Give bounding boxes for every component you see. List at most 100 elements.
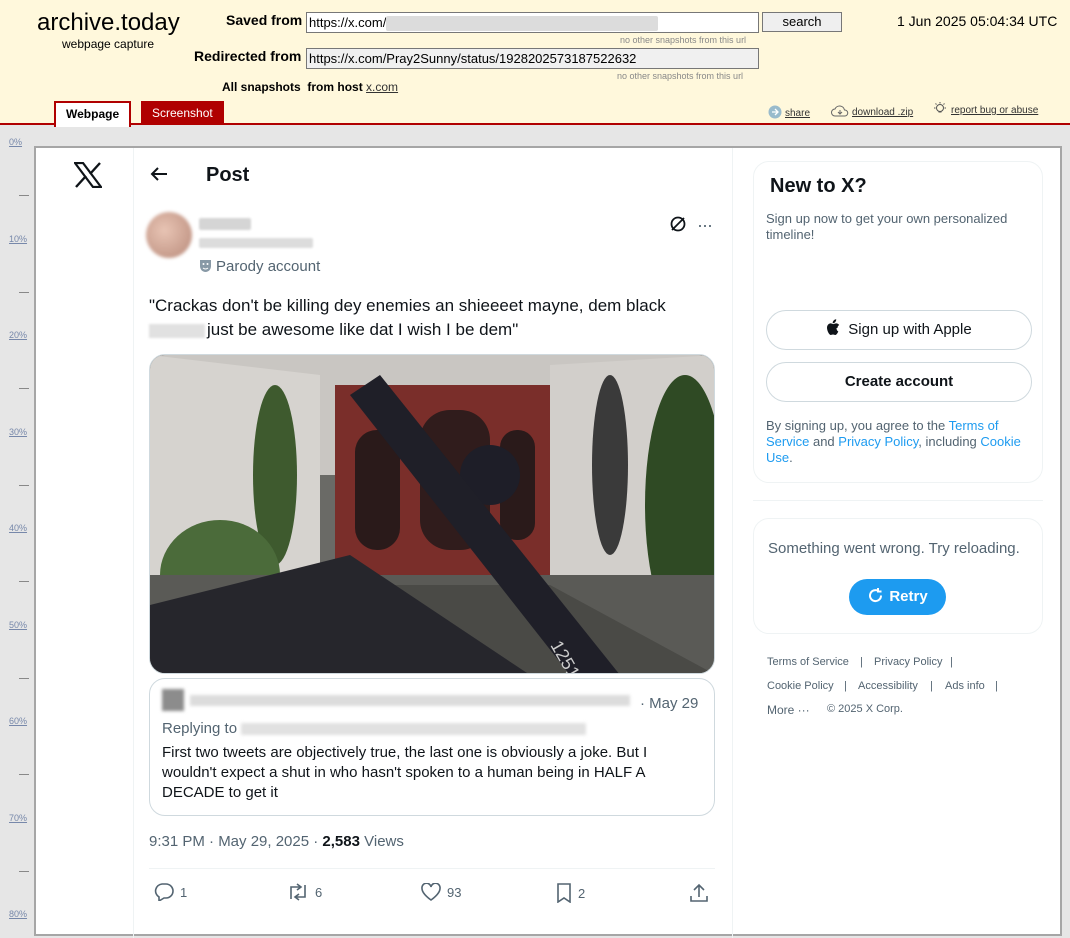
all-snapshots-row: All snapshots from host x.com [222, 80, 398, 94]
tweet-media-image[interactable]: 1251 [149, 354, 715, 674]
share-post-button[interactable] [689, 883, 715, 906]
parody-label-row: Parody account [199, 258, 320, 277]
ruler-label[interactable]: 20% [9, 330, 27, 340]
from-host-label: from host [307, 80, 363, 94]
footer-separator: | [950, 656, 953, 668]
signup-panel: New to X? Sign up now to get your own pe… [753, 161, 1043, 483]
report-link[interactable]: report bug or abuse [932, 101, 1038, 120]
theater-mask-icon [199, 259, 212, 277]
refresh-icon [867, 582, 884, 618]
avatar[interactable] [146, 212, 192, 258]
redacted-word [149, 323, 205, 338]
retry-button[interactable]: Retry [849, 579, 946, 615]
share-link[interactable]: share [768, 105, 810, 122]
quote-date: · May 29 [640, 695, 699, 712]
like-button[interactable]: 93 [421, 882, 462, 904]
terms-text: By signing up, you agree to the [766, 418, 949, 433]
footer-separator: | [930, 680, 933, 692]
ruler-label[interactable]: 80% [9, 909, 27, 919]
quote-avatar [162, 689, 184, 711]
download-label: download .zip [852, 107, 914, 119]
ruler-label[interactable]: 10% [9, 234, 27, 244]
grok-icon[interactable] [669, 215, 687, 238]
footer-separator: | [844, 680, 847, 692]
redirected-url-field[interactable]: https://x.com/Pray2Sunny/status/19282025… [306, 48, 759, 69]
ruler-label[interactable]: 0% [9, 137, 22, 147]
repost-button[interactable]: 6 [287, 883, 322, 904]
like-count: 93 [447, 884, 462, 900]
download-link[interactable]: download .zip [831, 105, 913, 120]
share-label: share [785, 108, 811, 120]
divider [753, 500, 1043, 501]
tweet-text-part: just be awesome like dat I wish I be dem… [207, 320, 519, 339]
archive-logo[interactable]: archive.today [37, 9, 180, 37]
footer-link-cookie[interactable]: Cookie Policy [767, 680, 834, 692]
signup-terms: By signing up, you agree to the Terms of… [766, 418, 1032, 466]
parody-label: Parody account [216, 258, 321, 275]
reply-count: 1 [180, 884, 188, 900]
capture-date: 1 Jun 2025 05:04:34 UTC [897, 13, 1058, 29]
ruler-label[interactable]: 70% [9, 813, 27, 823]
terms-text: and [809, 434, 839, 449]
terms-text: . [789, 450, 793, 465]
signup-title: New to X? [770, 175, 867, 197]
ruler-label[interactable]: 30% [9, 427, 27, 437]
quote-replying-to: Replying to [162, 720, 587, 737]
lightbulb-icon [932, 101, 948, 120]
ruler-label[interactable]: 60% [9, 716, 27, 726]
ruler-tick [19, 678, 29, 679]
upload-icon [689, 883, 709, 906]
share-icon [768, 105, 782, 122]
ruler-tick [19, 485, 29, 486]
terms-text: , including [918, 434, 981, 449]
cloud-download-icon [831, 105, 849, 120]
ruler-tick [19, 871, 29, 872]
heart-icon [421, 882, 441, 904]
signup-apple-button[interactable]: Sign up with Apple [766, 310, 1032, 350]
host-link[interactable]: x.com [366, 80, 398, 94]
redacted-display-name[interactable] [199, 218, 251, 230]
ruler-label[interactable]: 50% [9, 620, 27, 630]
quoted-tweet[interactable]: · May 29 Replying to First two tweets ar… [149, 678, 715, 816]
all-snapshots-label: All snapshots [222, 80, 301, 94]
redacted-reply-handles [241, 723, 587, 736]
bookmark-button[interactable]: 2 [556, 883, 585, 906]
tweet-timestamp: 9:31 PM · May 29, 2025 · 2,583 Views [149, 833, 404, 850]
x-logo-icon[interactable] [72, 161, 104, 193]
create-account-button[interactable]: Create account [766, 362, 1032, 402]
more-options-icon[interactable]: ··· [697, 215, 713, 236]
saved-from-label: Saved from [226, 12, 303, 28]
tweet-text-part: "Crackas don't be killing dey enemies an… [149, 296, 666, 315]
divider [149, 868, 715, 869]
repost-count: 6 [315, 884, 323, 900]
saved-url-field[interactable]: https://x.com/ [306, 12, 759, 33]
retry-label: Retry [889, 588, 928, 605]
footer-link-ads[interactable]: Ads info [945, 680, 985, 692]
tab-screenshot[interactable]: Screenshot [141, 101, 224, 125]
redacted-quote-author [190, 695, 630, 706]
footer-link-terms[interactable]: Terms of Service [767, 656, 849, 668]
ruler-tick [19, 195, 29, 196]
ruler-tick [19, 388, 29, 389]
ruler-tick [19, 774, 29, 775]
ruler-label[interactable]: 40% [9, 523, 27, 533]
footer-more-link[interactable]: More ··· [767, 703, 810, 717]
footer-link-accessibility[interactable]: Accessibility [858, 680, 918, 692]
redacted-handle[interactable] [199, 238, 313, 248]
back-arrow-icon[interactable] [150, 166, 168, 187]
apple-button-label: Sign up with Apple [848, 321, 972, 338]
redirected-url-note: no other snapshots from this url [617, 71, 744, 81]
bookmark-count: 2 [578, 885, 586, 901]
tweet-text: "Crackas don't be killing dey enemies an… [149, 294, 719, 342]
page-title: Post [206, 164, 250, 186]
repost-icon [287, 883, 309, 904]
archive-header: archive.today webpage capture Saved from… [0, 0, 1070, 127]
privacy-policy-link[interactable]: Privacy Policy [838, 434, 918, 449]
search-button[interactable]: search [762, 12, 842, 32]
captured-page: Post ··· Parody account "Crackas don't b… [34, 146, 1062, 938]
timestamp-text[interactable]: 9:31 PM · May 29, 2025 · [149, 833, 322, 850]
tab-webpage[interactable]: Webpage [54, 101, 132, 127]
footer-link-privacy[interactable]: Privacy Policy [874, 656, 942, 668]
replying-to-label: Replying to [162, 720, 238, 737]
reply-button[interactable]: 1 [154, 883, 187, 904]
